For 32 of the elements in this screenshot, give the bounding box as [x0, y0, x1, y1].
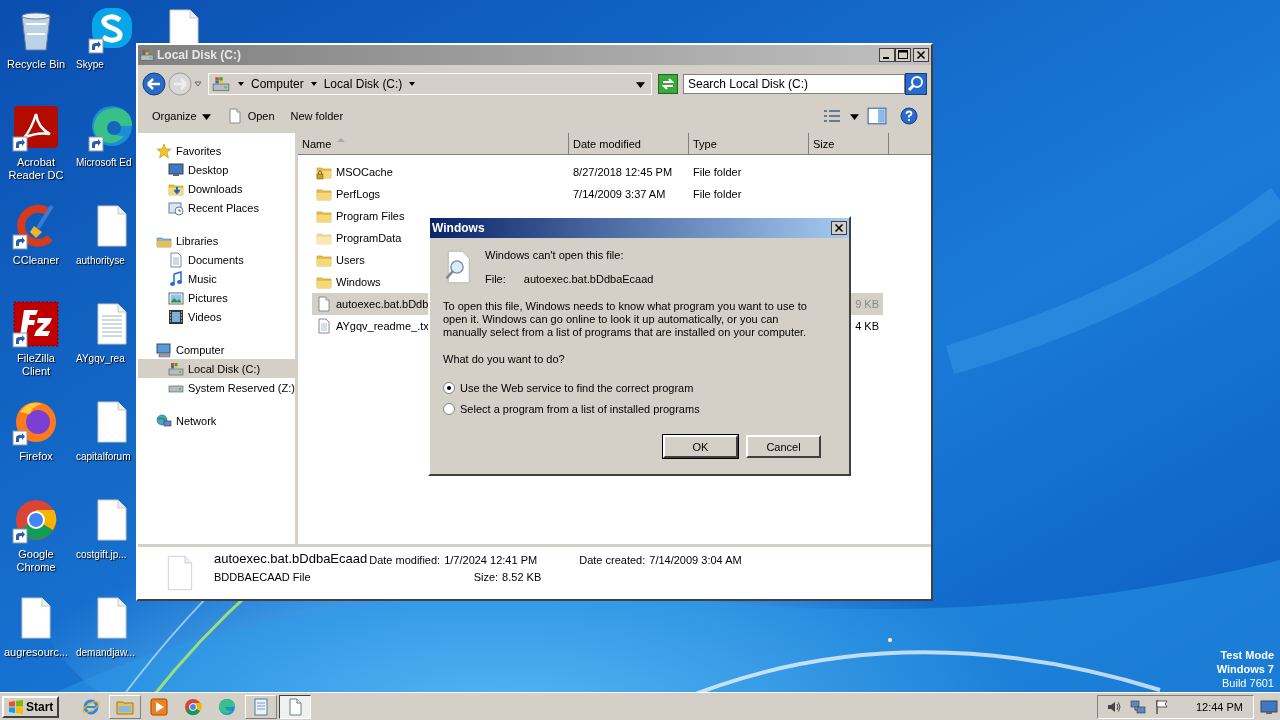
file-name: AYgqv_readme_.tx: [336, 320, 429, 332]
field-label: Date modified:: [369, 554, 441, 566]
field-value: 8.52 KB: [502, 571, 542, 583]
file-name: Users: [336, 254, 365, 266]
dialog-question: What do you want to do?: [443, 353, 566, 365]
field-value: 7/14/2009 3:04 AM: [649, 554, 742, 566]
dialog-heading: Windows can't open this file:: [485, 249, 625, 261]
file-type: File folder: [693, 166, 742, 178]
test-mode-notice: Test Mode: [1220, 648, 1274, 662]
date-modified: 7/14/2009 3:37 AM: [573, 188, 666, 200]
file-size: 4 KB: [855, 320, 879, 332]
file-name: MSOCache: [336, 166, 393, 178]
file-type: BDDBAECAAD File: [214, 571, 312, 583]
test-mode-notice: Build 7601: [1222, 676, 1274, 690]
field-label: Date created:: [579, 554, 646, 566]
file-size: 9 KB: [855, 298, 879, 310]
test-mode-notice: Windows 7: [1216, 662, 1274, 676]
date-modified: 8/27/2018 12:45 PM: [573, 166, 673, 178]
file-name: autoexec.bat.bDdb: [336, 298, 429, 310]
file-type: File folder: [693, 188, 742, 200]
field-label: Size:: [473, 571, 499, 583]
field-label: File:: [485, 273, 506, 285]
field-value: 1/7/2024 12:41 PM: [444, 554, 538, 566]
dialog-message: To open this file, Windows needs to know what program you want to use to open it. Windows can go online to look it up automatically, or you can manually select from a list of programs that are installed on your computer.: [443, 300, 808, 339]
file-name: ProgramData: [336, 232, 402, 244]
file-name: autoexec.bat.bDdbaEcaad: [214, 551, 368, 566]
file-name: autoexec.bat.bDdbaEcaad: [523, 273, 654, 285]
file-name: Windows: [336, 276, 381, 288]
dialog-title: Windows: [432, 221, 485, 235]
file-name: PerfLogs: [336, 188, 381, 200]
file-name: Program Files: [336, 210, 405, 222]
window-title: Local Disk (C:): [157, 48, 241, 62]
